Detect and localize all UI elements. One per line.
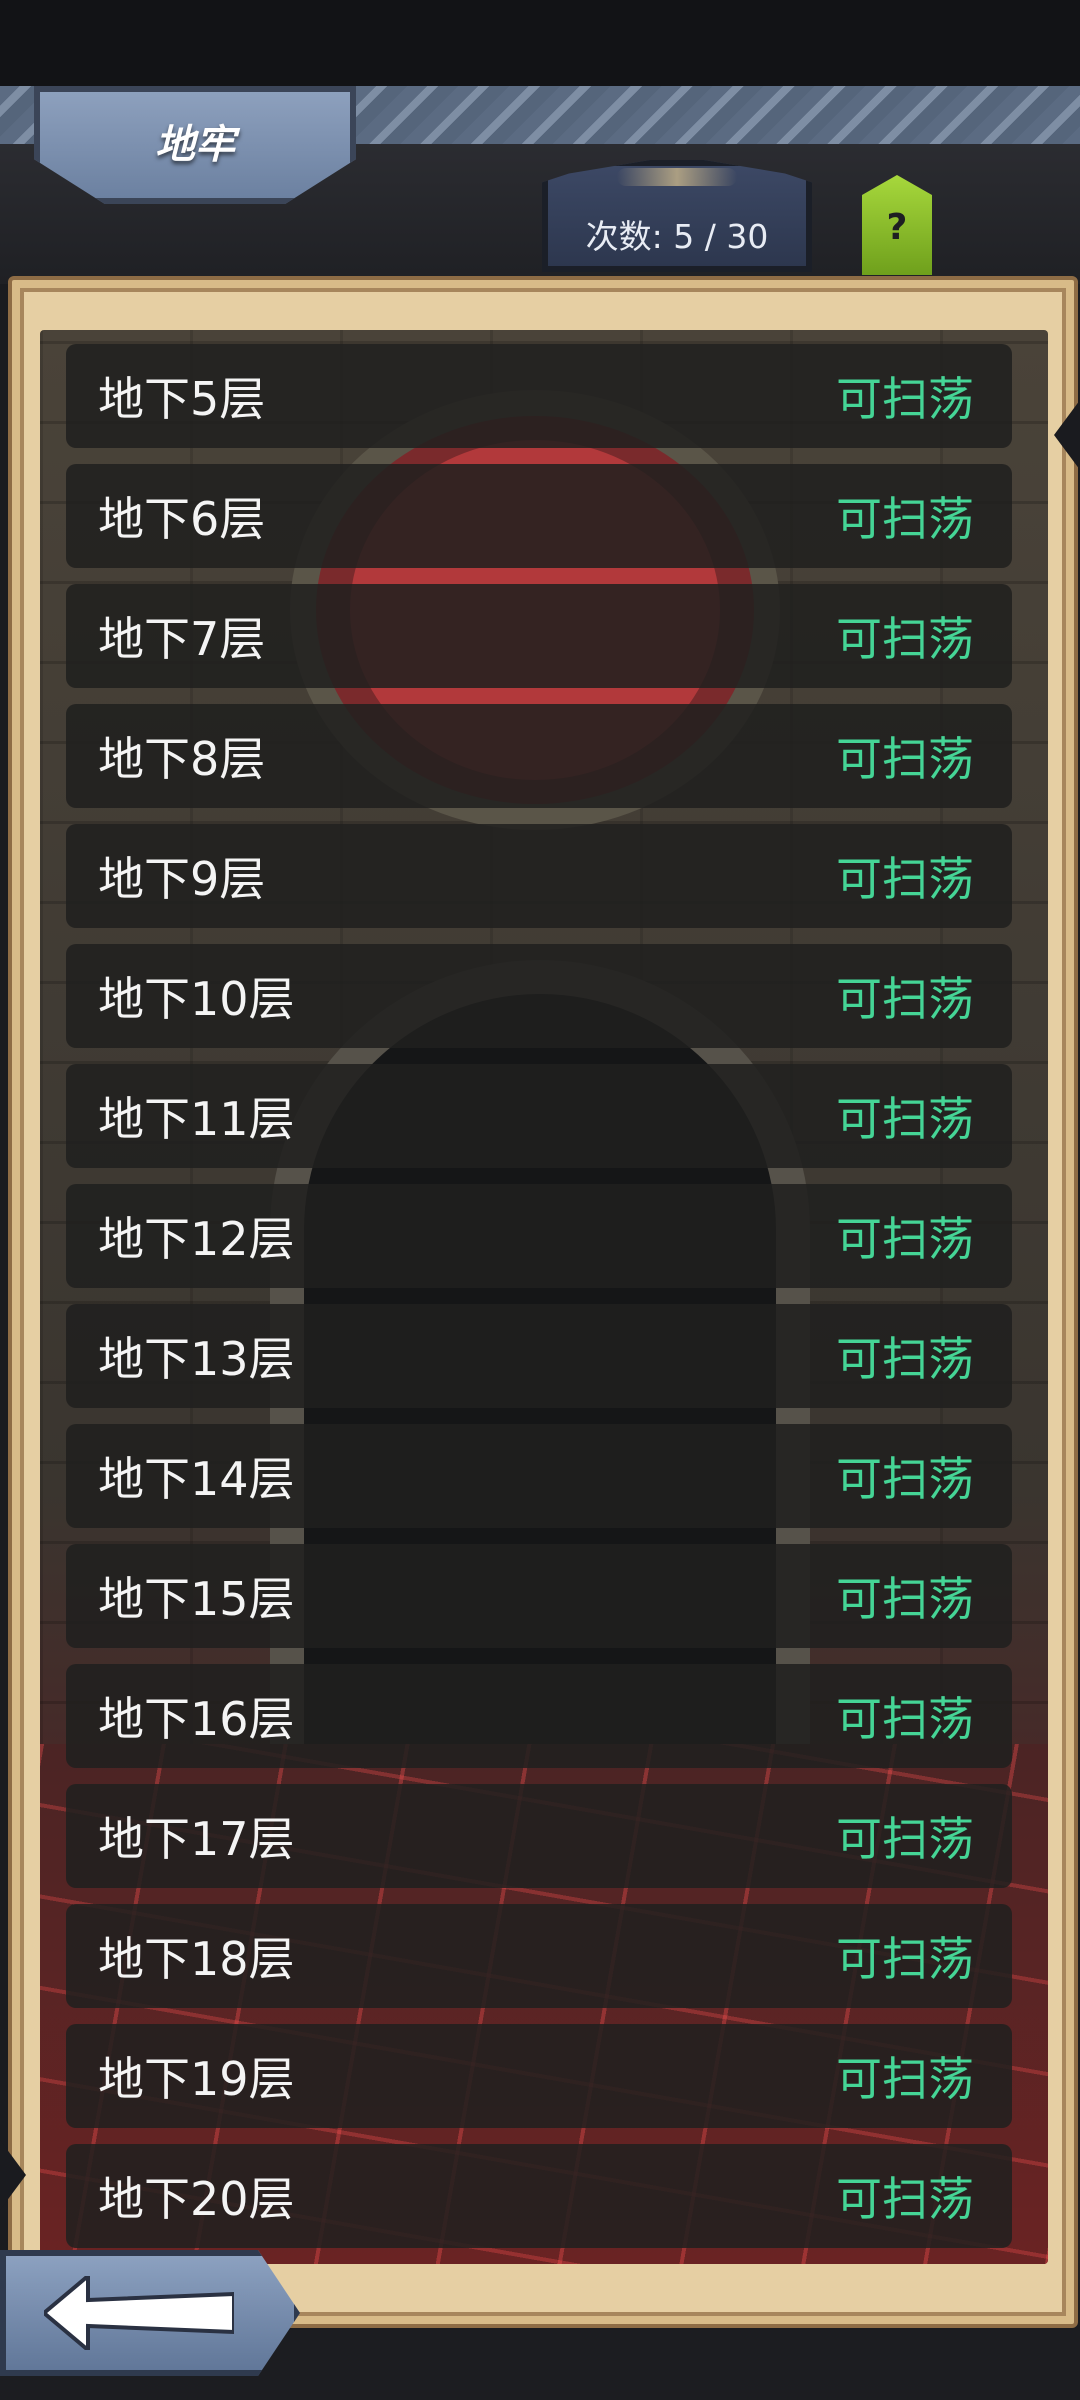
floor-row[interactable]: 地下15层 可扫荡: [66, 1544, 1012, 1648]
floor-row[interactable]: 地下13层 可扫荡: [66, 1304, 1012, 1408]
floor-name: 地下5层: [98, 372, 266, 426]
attempts-counter: 次数: 5 / 30: [542, 160, 812, 272]
page-title: 地牢: [155, 122, 235, 168]
floor-row[interactable]: 地下19层 可扫荡: [66, 2024, 1012, 2128]
sweep-status[interactable]: 可扫荡: [836, 2163, 974, 2229]
floor-row[interactable]: 地下5层 可扫荡: [66, 344, 1012, 448]
floor-name: 地下10层: [98, 972, 295, 1026]
sweep-status[interactable]: 可扫荡: [836, 2043, 974, 2109]
floor-name: 地下11层: [98, 1092, 295, 1146]
sweep-status[interactable]: 可扫荡: [836, 1803, 974, 1869]
sweep-status[interactable]: 可扫荡: [836, 1563, 974, 1629]
floor-row[interactable]: 地下8层 可扫荡: [66, 704, 1012, 808]
floor-name: 地下20层: [98, 2172, 295, 2226]
floor-list: 地下5层 可扫荡 地下6层 可扫荡 地下7层 可扫荡 地下8层 可扫荡 地下9层 可扫荡 …: [66, 344, 1012, 2264]
floor-name: 地下18层: [98, 1932, 295, 1986]
floor-name: 地下16层: [98, 1692, 295, 1746]
status-bar-area: [0, 0, 1080, 86]
attempts-label: 次数: 5 / 30: [585, 217, 769, 256]
floor-row[interactable]: 地下9层 可扫荡: [66, 824, 1012, 928]
floor-name: 地下9层: [98, 852, 266, 906]
floor-name: 地下19层: [98, 2052, 295, 2106]
sweep-status[interactable]: 可扫荡: [836, 1443, 974, 1509]
floor-row[interactable]: 地下18层 可扫荡: [66, 1904, 1012, 2008]
floor-name: 地下14层: [98, 1452, 295, 1506]
help-button[interactable]: ?: [862, 175, 932, 275]
floor-name: 地下6层: [98, 492, 266, 546]
floor-name: 地下15层: [98, 1572, 295, 1626]
sweep-status[interactable]: 可扫荡: [836, 1923, 974, 1989]
back-arrow-icon: [44, 2276, 234, 2350]
floor-row[interactable]: 地下11层 可扫荡: [66, 1064, 1012, 1168]
floor-row[interactable]: 地下7层 可扫荡: [66, 584, 1012, 688]
counter-ornament: [617, 168, 737, 186]
floor-row[interactable]: 地下14层 可扫荡: [66, 1424, 1012, 1528]
floor-name: 地下13层: [98, 1332, 295, 1386]
sweep-status[interactable]: 可扫荡: [836, 1683, 974, 1749]
sweep-status[interactable]: 可扫荡: [836, 1203, 974, 1269]
floor-row[interactable]: 地下17层 可扫荡: [66, 1784, 1012, 1888]
floor-name: 地下8层: [98, 732, 266, 786]
sweep-status[interactable]: 可扫荡: [836, 1083, 974, 1149]
floor-row[interactable]: 地下16层 可扫荡: [66, 1664, 1012, 1768]
sweep-status[interactable]: 可扫荡: [836, 483, 974, 549]
title-plate: 地牢: [34, 86, 356, 204]
sweep-status[interactable]: 可扫荡: [836, 843, 974, 909]
floor-name: 地下12层: [98, 1212, 295, 1266]
floor-row[interactable]: 地下20层 可扫荡: [66, 2144, 1012, 2248]
sweep-status[interactable]: 可扫荡: [836, 363, 974, 429]
sweep-status[interactable]: 可扫荡: [836, 1323, 974, 1389]
floor-name: 地下7层: [98, 612, 266, 666]
back-button[interactable]: [0, 2250, 300, 2376]
floor-row[interactable]: 地下10层 可扫荡: [66, 944, 1012, 1048]
question-mark-icon: ?: [886, 207, 908, 248]
floor-row[interactable]: 地下12层 可扫荡: [66, 1184, 1012, 1288]
sweep-status[interactable]: 可扫荡: [836, 723, 974, 789]
floor-name: 地下17层: [98, 1812, 295, 1866]
floor-row[interactable]: 地下6层 可扫荡: [66, 464, 1012, 568]
sweep-status[interactable]: 可扫荡: [836, 603, 974, 669]
sweep-status[interactable]: 可扫荡: [836, 963, 974, 1029]
